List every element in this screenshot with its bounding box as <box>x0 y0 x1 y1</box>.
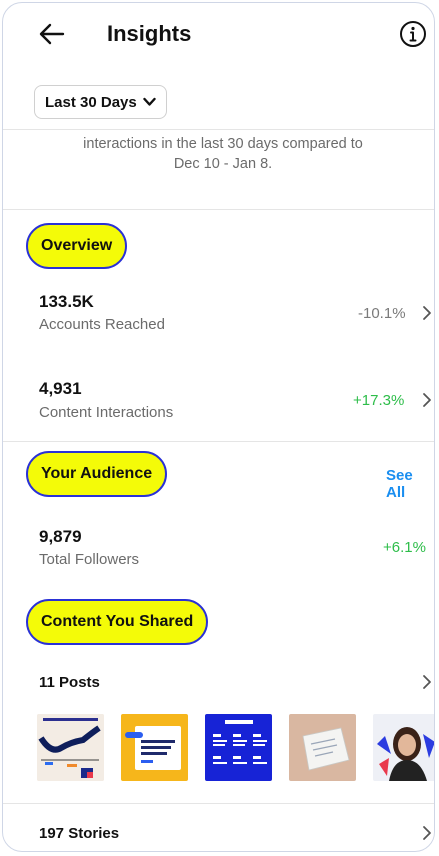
divider <box>3 129 434 130</box>
content-shared-heading: Content You Shared <box>26 599 209 645</box>
total-followers-label: Total Followers <box>39 551 140 568</box>
back-arrow-icon[interactable] <box>37 19 67 49</box>
post-thumbnail[interactable] <box>373 714 435 781</box>
chevron-right-icon <box>423 675 431 689</box>
stories-count-label: 197 Stories <box>39 825 120 842</box>
total-followers-change: +6.1% <box>383 539 426 556</box>
chevron-right-icon <box>423 306 431 320</box>
posts-count-label: 11 Posts <box>39 674 100 691</box>
post-thumbnail[interactable] <box>121 714 188 781</box>
divider <box>3 209 434 210</box>
audience-heading: Your Audience <box>26 451 168 497</box>
post-thumbnail[interactable] <box>289 714 356 781</box>
date-range-label: Last 30 Days <box>45 93 137 111</box>
header: Insights <box>3 3 434 65</box>
post-thumbnail[interactable] <box>205 714 272 781</box>
date-range-dropdown[interactable]: Last 30 Days <box>34 85 167 119</box>
total-followers-value: 9,879 <box>39 527 82 546</box>
accounts-reached-change: -10.1% <box>358 305 406 322</box>
page-title: Insights <box>107 21 192 46</box>
divider <box>3 803 434 804</box>
divider <box>3 441 434 442</box>
overview-heading: Overview <box>26 223 128 269</box>
post-thumbnail[interactable] <box>37 714 104 781</box>
content-interactions-change: +17.3% <box>353 392 405 409</box>
chevron-right-icon <box>423 393 431 407</box>
insights-screen: Insights Last 30 Days interactions in th… <box>2 2 435 852</box>
accounts-reached-value: 133.5K <box>39 292 94 311</box>
content-interactions-label: Content Interactions <box>39 404 174 421</box>
info-icon[interactable] <box>399 20 427 48</box>
chevron-right-icon <box>423 826 431 840</box>
content-interactions-value: 4,931 <box>39 379 82 398</box>
accounts-reached-label: Accounts Reached <box>39 316 165 333</box>
see-all-link[interactable]: See All <box>386 467 434 501</box>
chevron-down-icon <box>143 97 156 106</box>
summary-text: interactions in the last 30 days compare… <box>83 136 363 172</box>
